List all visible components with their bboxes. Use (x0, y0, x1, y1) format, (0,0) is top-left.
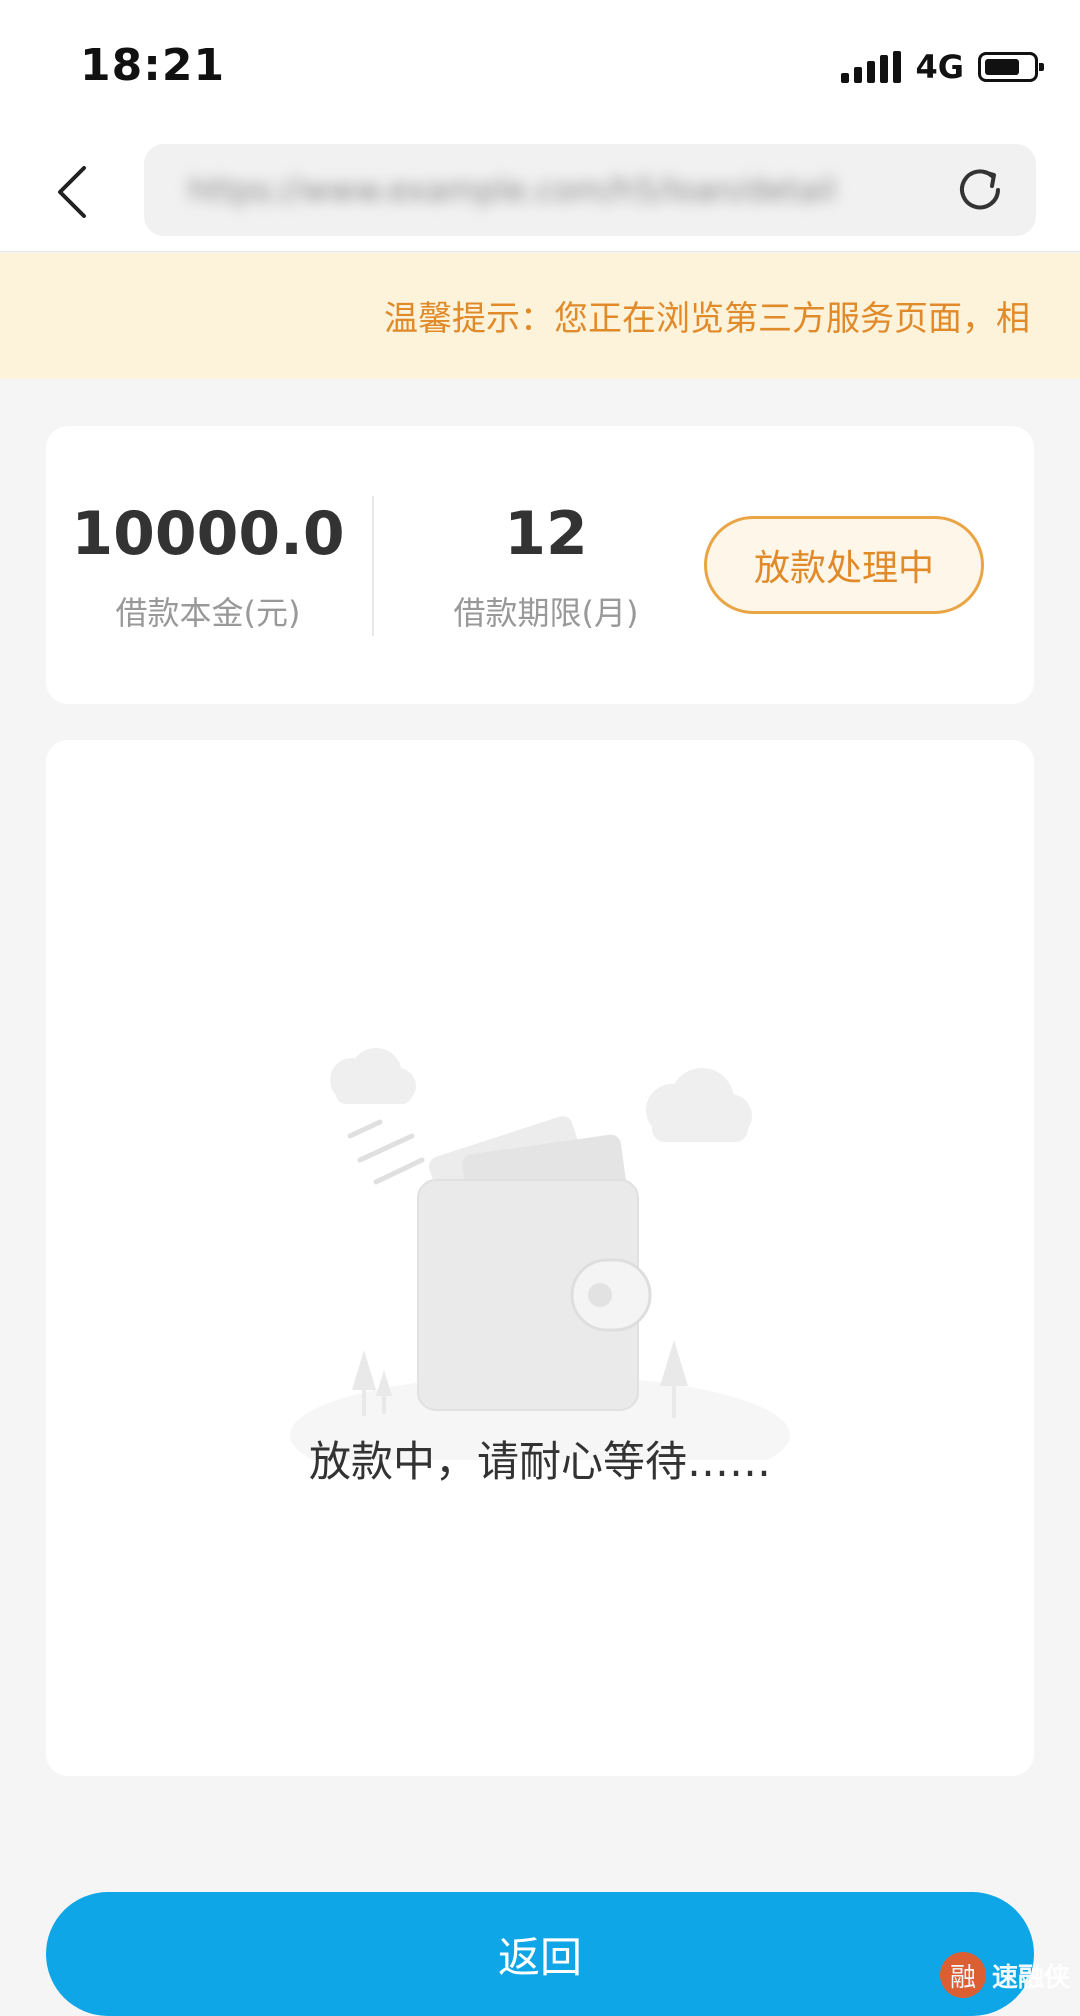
status-bar: 18:21 4G (0, 0, 1080, 132)
divider (372, 496, 374, 636)
browser-nav-bar: https://www.example.com/h5/loan/detail (0, 132, 1080, 252)
network-type: 4G (915, 48, 964, 86)
status-time: 18:21 (80, 40, 226, 91)
status-badge: 放款处理中 (704, 516, 984, 614)
loan-amount-value: 10000.0 (71, 499, 345, 569)
return-button[interactable]: 返回 (46, 1892, 1034, 2016)
loan-amount-label: 借款本金(元) (115, 594, 301, 632)
loan-summary-card: 10000.0 借款本金(元) 12 借款期限(月) 放款处理中 (46, 426, 1034, 704)
status-content-card: 放款中，请耐心等待…… (46, 740, 1034, 1776)
signal-bars-icon (841, 51, 902, 83)
url-bar[interactable]: https://www.example.com/h5/loan/detail (144, 144, 1036, 236)
refresh-icon (960, 169, 1000, 210)
waiting-message: 放款中，请耐心等待…… (308, 1437, 771, 1486)
battery-icon (978, 52, 1044, 82)
notice-bar: 温馨提示：您正在浏览第三方服务页面，相 (0, 253, 1080, 379)
status-icons: 4G (841, 48, 1044, 86)
watermark: 融 速融侠 (940, 1952, 1070, 1998)
watermark-logo-icon: 融 (940, 1952, 986, 1998)
loan-term: 12 借款期限(月) (386, 504, 706, 634)
loan-amount: 10000.0 借款本金(元) (46, 504, 370, 634)
refresh-button[interactable] (948, 158, 1012, 222)
back-button[interactable] (40, 160, 104, 224)
loan-term-label: 借款期限(月) (453, 594, 639, 632)
url-text: https://www.example.com/h5/loan/detail (188, 171, 836, 209)
wallet-illustration (290, 1048, 790, 1460)
watermark-text: 速融侠 (992, 1962, 1071, 1993)
chevron-left-icon (58, 166, 86, 218)
loan-term-value: 12 (504, 499, 588, 569)
notice-text: 温馨提示：您正在浏览第三方服务页面，相 (384, 299, 1030, 339)
